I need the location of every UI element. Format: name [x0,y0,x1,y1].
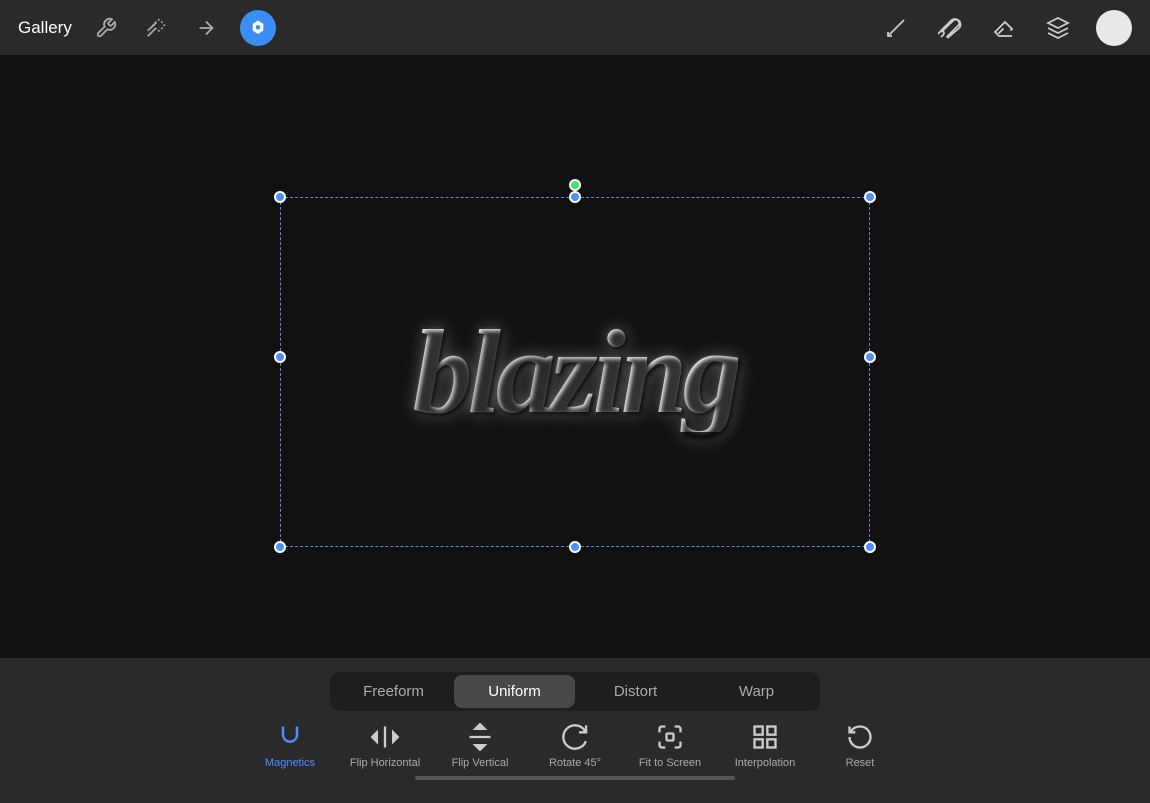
tab-distort[interactable]: Distort [575,675,696,708]
action-reset[interactable]: Reset [813,721,908,770]
magic-wand-icon[interactable] [140,12,172,44]
artwork-text: blazing [280,197,870,547]
top-bar: Gallery [0,0,1150,55]
tab-warp[interactable]: Warp [696,675,817,708]
fit-screen-icon [656,721,684,753]
bottom-toolbar: Freeform Uniform Distort Warp Magnetics [0,658,1150,803]
action-fit-to-screen[interactable]: Fit to Screen [623,721,718,770]
artwork-container: blazing [280,167,870,547]
reset-label: Reset [846,757,875,770]
flip-h-label: Flip Horizontal [350,757,420,770]
mode-tabs: Freeform Uniform Distort Warp [330,672,820,711]
action-magnetics[interactable]: Magnetics [243,721,338,770]
action-rotate-45[interactable]: Rotate 45° [528,721,623,770]
smudge-icon[interactable] [190,12,222,44]
flip-vertical-icon [466,721,494,753]
magnetics-label: Magnetics [265,757,315,770]
reset-icon [846,721,874,753]
rotate-45-icon [561,721,589,753]
interpolation-label: Interpolation [735,757,796,770]
blazing-artwork: blazing [412,312,737,432]
interpolation-icon [751,721,779,753]
avatar[interactable] [1096,10,1132,46]
flip-v-label: Flip Vertical [452,757,509,770]
handle-rotate[interactable] [569,179,581,191]
top-bar-right [880,10,1132,46]
top-bar-left: Gallery [18,10,276,46]
pen-nib-icon[interactable] [880,12,912,44]
layers-icon[interactable] [1042,12,1074,44]
eraser-icon[interactable] [988,12,1020,44]
rotate-45-label: Rotate 45° [549,757,601,770]
tab-uniform[interactable]: Uniform [454,675,575,708]
action-flip-horizontal[interactable]: Flip Horizontal [338,721,433,770]
wrench-icon[interactable] [90,12,122,44]
fit-screen-label: Fit to Screen [639,757,701,770]
transform-icon[interactable] [240,10,276,46]
scroll-indicator [415,776,735,780]
action-flip-vertical[interactable]: Flip Vertical [433,721,528,770]
action-interpolation[interactable]: Interpolation [718,721,813,770]
canvas-area: blazing [0,55,1150,658]
action-row: Magnetics Flip Horizontal [0,721,1150,770]
tab-freeform[interactable]: Freeform [333,675,454,708]
magnetics-icon [276,721,304,753]
gallery-button[interactable]: Gallery [18,18,72,38]
flip-horizontal-icon [371,721,399,753]
brush-icon[interactable] [934,12,966,44]
